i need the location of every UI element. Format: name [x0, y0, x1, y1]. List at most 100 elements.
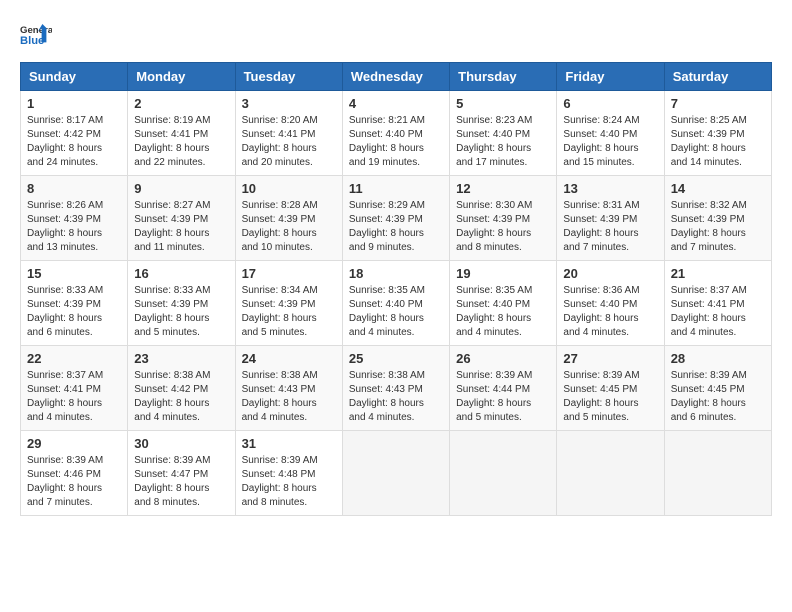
day-info: Sunrise: 8:38 AM Sunset: 4:43 PM Dayligh… — [349, 369, 443, 425]
calendar-cell: 19 Sunrise: 8:35 AM Sunset: 4:40 PM Dayl… — [450, 261, 557, 346]
calendar-cell: 16 Sunrise: 8:33 AM Sunset: 4:39 PM Dayl… — [128, 261, 235, 346]
weekday-header-monday: Monday — [128, 63, 235, 91]
day-info: Sunrise: 8:39 AM Sunset: 4:46 PM Dayligh… — [27, 454, 121, 510]
day-number: 12 — [456, 181, 550, 196]
calendar-cell: 29 Sunrise: 8:39 AM Sunset: 4:46 PM Dayl… — [21, 431, 128, 516]
day-number: 28 — [671, 351, 765, 366]
day-info: Sunrise: 8:25 AM Sunset: 4:39 PM Dayligh… — [671, 114, 765, 170]
weekday-header-sunday: Sunday — [21, 63, 128, 91]
calendar-cell: 27 Sunrise: 8:39 AM Sunset: 4:45 PM Dayl… — [557, 346, 664, 431]
page-header: GeneralBlue — [20, 20, 772, 52]
day-info: Sunrise: 8:36 AM Sunset: 4:40 PM Dayligh… — [563, 284, 657, 340]
calendar-cell: 1 Sunrise: 8:17 AM Sunset: 4:42 PM Dayli… — [21, 91, 128, 176]
day-number: 4 — [349, 96, 443, 111]
calendar-cell: 6 Sunrise: 8:24 AM Sunset: 4:40 PM Dayli… — [557, 91, 664, 176]
svg-text:General: General — [20, 25, 52, 36]
calendar-cell: 28 Sunrise: 8:39 AM Sunset: 4:45 PM Dayl… — [664, 346, 771, 431]
calendar-cell: 4 Sunrise: 8:21 AM Sunset: 4:40 PM Dayli… — [342, 91, 449, 176]
day-info: Sunrise: 8:35 AM Sunset: 4:40 PM Dayligh… — [456, 284, 550, 340]
weekday-header-wednesday: Wednesday — [342, 63, 449, 91]
day-number: 5 — [456, 96, 550, 111]
weekday-header-friday: Friday — [557, 63, 664, 91]
day-number: 21 — [671, 266, 765, 281]
day-info: Sunrise: 8:28 AM Sunset: 4:39 PM Dayligh… — [242, 199, 336, 255]
calendar-cell: 21 Sunrise: 8:37 AM Sunset: 4:41 PM Dayl… — [664, 261, 771, 346]
calendar-cell: 10 Sunrise: 8:28 AM Sunset: 4:39 PM Dayl… — [235, 176, 342, 261]
calendar-cell: 26 Sunrise: 8:39 AM Sunset: 4:44 PM Dayl… — [450, 346, 557, 431]
day-info: Sunrise: 8:33 AM Sunset: 4:39 PM Dayligh… — [27, 284, 121, 340]
day-number: 26 — [456, 351, 550, 366]
calendar-cell: 8 Sunrise: 8:26 AM Sunset: 4:39 PM Dayli… — [21, 176, 128, 261]
day-info: Sunrise: 8:39 AM Sunset: 4:44 PM Dayligh… — [456, 369, 550, 425]
day-info: Sunrise: 8:29 AM Sunset: 4:39 PM Dayligh… — [349, 199, 443, 255]
day-number: 18 — [349, 266, 443, 281]
day-number: 6 — [563, 96, 657, 111]
day-number: 7 — [671, 96, 765, 111]
day-number: 11 — [349, 181, 443, 196]
day-info: Sunrise: 8:39 AM Sunset: 4:48 PM Dayligh… — [242, 454, 336, 510]
day-number: 8 — [27, 181, 121, 196]
calendar-cell: 9 Sunrise: 8:27 AM Sunset: 4:39 PM Dayli… — [128, 176, 235, 261]
calendar-cell: 30 Sunrise: 8:39 AM Sunset: 4:47 PM Dayl… — [128, 431, 235, 516]
day-number: 23 — [134, 351, 228, 366]
day-info: Sunrise: 8:19 AM Sunset: 4:41 PM Dayligh… — [134, 114, 228, 170]
day-number: 3 — [242, 96, 336, 111]
day-info: Sunrise: 8:37 AM Sunset: 4:41 PM Dayligh… — [27, 369, 121, 425]
calendar-cell: 20 Sunrise: 8:36 AM Sunset: 4:40 PM Dayl… — [557, 261, 664, 346]
day-number: 29 — [27, 436, 121, 451]
calendar-cell — [342, 431, 449, 516]
day-info: Sunrise: 8:35 AM Sunset: 4:40 PM Dayligh… — [349, 284, 443, 340]
day-number: 14 — [671, 181, 765, 196]
day-info: Sunrise: 8:24 AM Sunset: 4:40 PM Dayligh… — [563, 114, 657, 170]
calendar-cell: 7 Sunrise: 8:25 AM Sunset: 4:39 PM Dayli… — [664, 91, 771, 176]
day-info: Sunrise: 8:26 AM Sunset: 4:39 PM Dayligh… — [27, 199, 121, 255]
calendar-table: SundayMondayTuesdayWednesdayThursdayFrid… — [20, 62, 772, 516]
day-number: 19 — [456, 266, 550, 281]
calendar-cell: 5 Sunrise: 8:23 AM Sunset: 4:40 PM Dayli… — [450, 91, 557, 176]
calendar-cell: 11 Sunrise: 8:29 AM Sunset: 4:39 PM Dayl… — [342, 176, 449, 261]
day-number: 25 — [349, 351, 443, 366]
day-number: 24 — [242, 351, 336, 366]
day-info: Sunrise: 8:23 AM Sunset: 4:40 PM Dayligh… — [456, 114, 550, 170]
calendar-cell: 2 Sunrise: 8:19 AM Sunset: 4:41 PM Dayli… — [128, 91, 235, 176]
day-info: Sunrise: 8:27 AM Sunset: 4:39 PM Dayligh… — [134, 199, 228, 255]
weekday-header-tuesday: Tuesday — [235, 63, 342, 91]
day-info: Sunrise: 8:39 AM Sunset: 4:47 PM Dayligh… — [134, 454, 228, 510]
day-info: Sunrise: 8:21 AM Sunset: 4:40 PM Dayligh… — [349, 114, 443, 170]
weekday-header-saturday: Saturday — [664, 63, 771, 91]
logo-icon: GeneralBlue — [20, 20, 52, 52]
calendar-cell: 31 Sunrise: 8:39 AM Sunset: 4:48 PM Dayl… — [235, 431, 342, 516]
calendar-cell: 24 Sunrise: 8:38 AM Sunset: 4:43 PM Dayl… — [235, 346, 342, 431]
calendar-cell — [664, 431, 771, 516]
day-info: Sunrise: 8:17 AM Sunset: 4:42 PM Dayligh… — [27, 114, 121, 170]
day-number: 13 — [563, 181, 657, 196]
day-info: Sunrise: 8:20 AM Sunset: 4:41 PM Dayligh… — [242, 114, 336, 170]
day-number: 31 — [242, 436, 336, 451]
logo: GeneralBlue — [20, 20, 52, 52]
weekday-header-thursday: Thursday — [450, 63, 557, 91]
calendar-cell: 12 Sunrise: 8:30 AM Sunset: 4:39 PM Dayl… — [450, 176, 557, 261]
calendar-cell: 22 Sunrise: 8:37 AM Sunset: 4:41 PM Dayl… — [21, 346, 128, 431]
calendar-cell: 3 Sunrise: 8:20 AM Sunset: 4:41 PM Dayli… — [235, 91, 342, 176]
day-number: 1 — [27, 96, 121, 111]
day-info: Sunrise: 8:32 AM Sunset: 4:39 PM Dayligh… — [671, 199, 765, 255]
day-info: Sunrise: 8:33 AM Sunset: 4:39 PM Dayligh… — [134, 284, 228, 340]
day-number: 20 — [563, 266, 657, 281]
day-number: 15 — [27, 266, 121, 281]
calendar-cell: 17 Sunrise: 8:34 AM Sunset: 4:39 PM Dayl… — [235, 261, 342, 346]
calendar-cell: 18 Sunrise: 8:35 AM Sunset: 4:40 PM Dayl… — [342, 261, 449, 346]
day-info: Sunrise: 8:39 AM Sunset: 4:45 PM Dayligh… — [563, 369, 657, 425]
day-number: 10 — [242, 181, 336, 196]
day-number: 30 — [134, 436, 228, 451]
day-info: Sunrise: 8:30 AM Sunset: 4:39 PM Dayligh… — [456, 199, 550, 255]
day-number: 9 — [134, 181, 228, 196]
day-info: Sunrise: 8:38 AM Sunset: 4:42 PM Dayligh… — [134, 369, 228, 425]
day-number: 16 — [134, 266, 228, 281]
day-number: 27 — [563, 351, 657, 366]
day-info: Sunrise: 8:38 AM Sunset: 4:43 PM Dayligh… — [242, 369, 336, 425]
svg-text:Blue: Blue — [20, 35, 44, 47]
day-info: Sunrise: 8:34 AM Sunset: 4:39 PM Dayligh… — [242, 284, 336, 340]
day-number: 17 — [242, 266, 336, 281]
day-info: Sunrise: 8:39 AM Sunset: 4:45 PM Dayligh… — [671, 369, 765, 425]
calendar-cell: 25 Sunrise: 8:38 AM Sunset: 4:43 PM Dayl… — [342, 346, 449, 431]
